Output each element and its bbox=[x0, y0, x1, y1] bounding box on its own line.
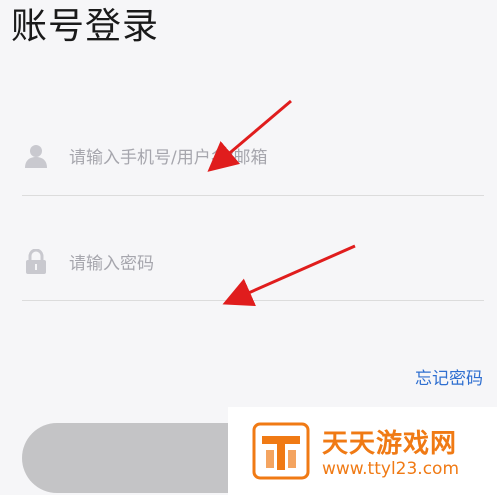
lock-icon bbox=[24, 248, 48, 275]
forgot-password-link[interactable]: 忘记密码 bbox=[415, 364, 483, 389]
watermark-title: 天天游戏网 bbox=[322, 429, 458, 459]
watermark-url: www.ttyl23.com bbox=[322, 459, 460, 479]
username-input[interactable] bbox=[67, 137, 471, 179]
page-title: 账号登录 bbox=[11, 6, 160, 47]
password-field[interactable] bbox=[22, 243, 484, 301]
watermark: 天天游戏网 www.ttyl23.com bbox=[228, 407, 497, 495]
watermark-logo-icon bbox=[252, 422, 310, 480]
username-field[interactable] bbox=[22, 137, 484, 196]
password-input[interactable] bbox=[67, 243, 471, 285]
user-icon bbox=[24, 143, 48, 169]
